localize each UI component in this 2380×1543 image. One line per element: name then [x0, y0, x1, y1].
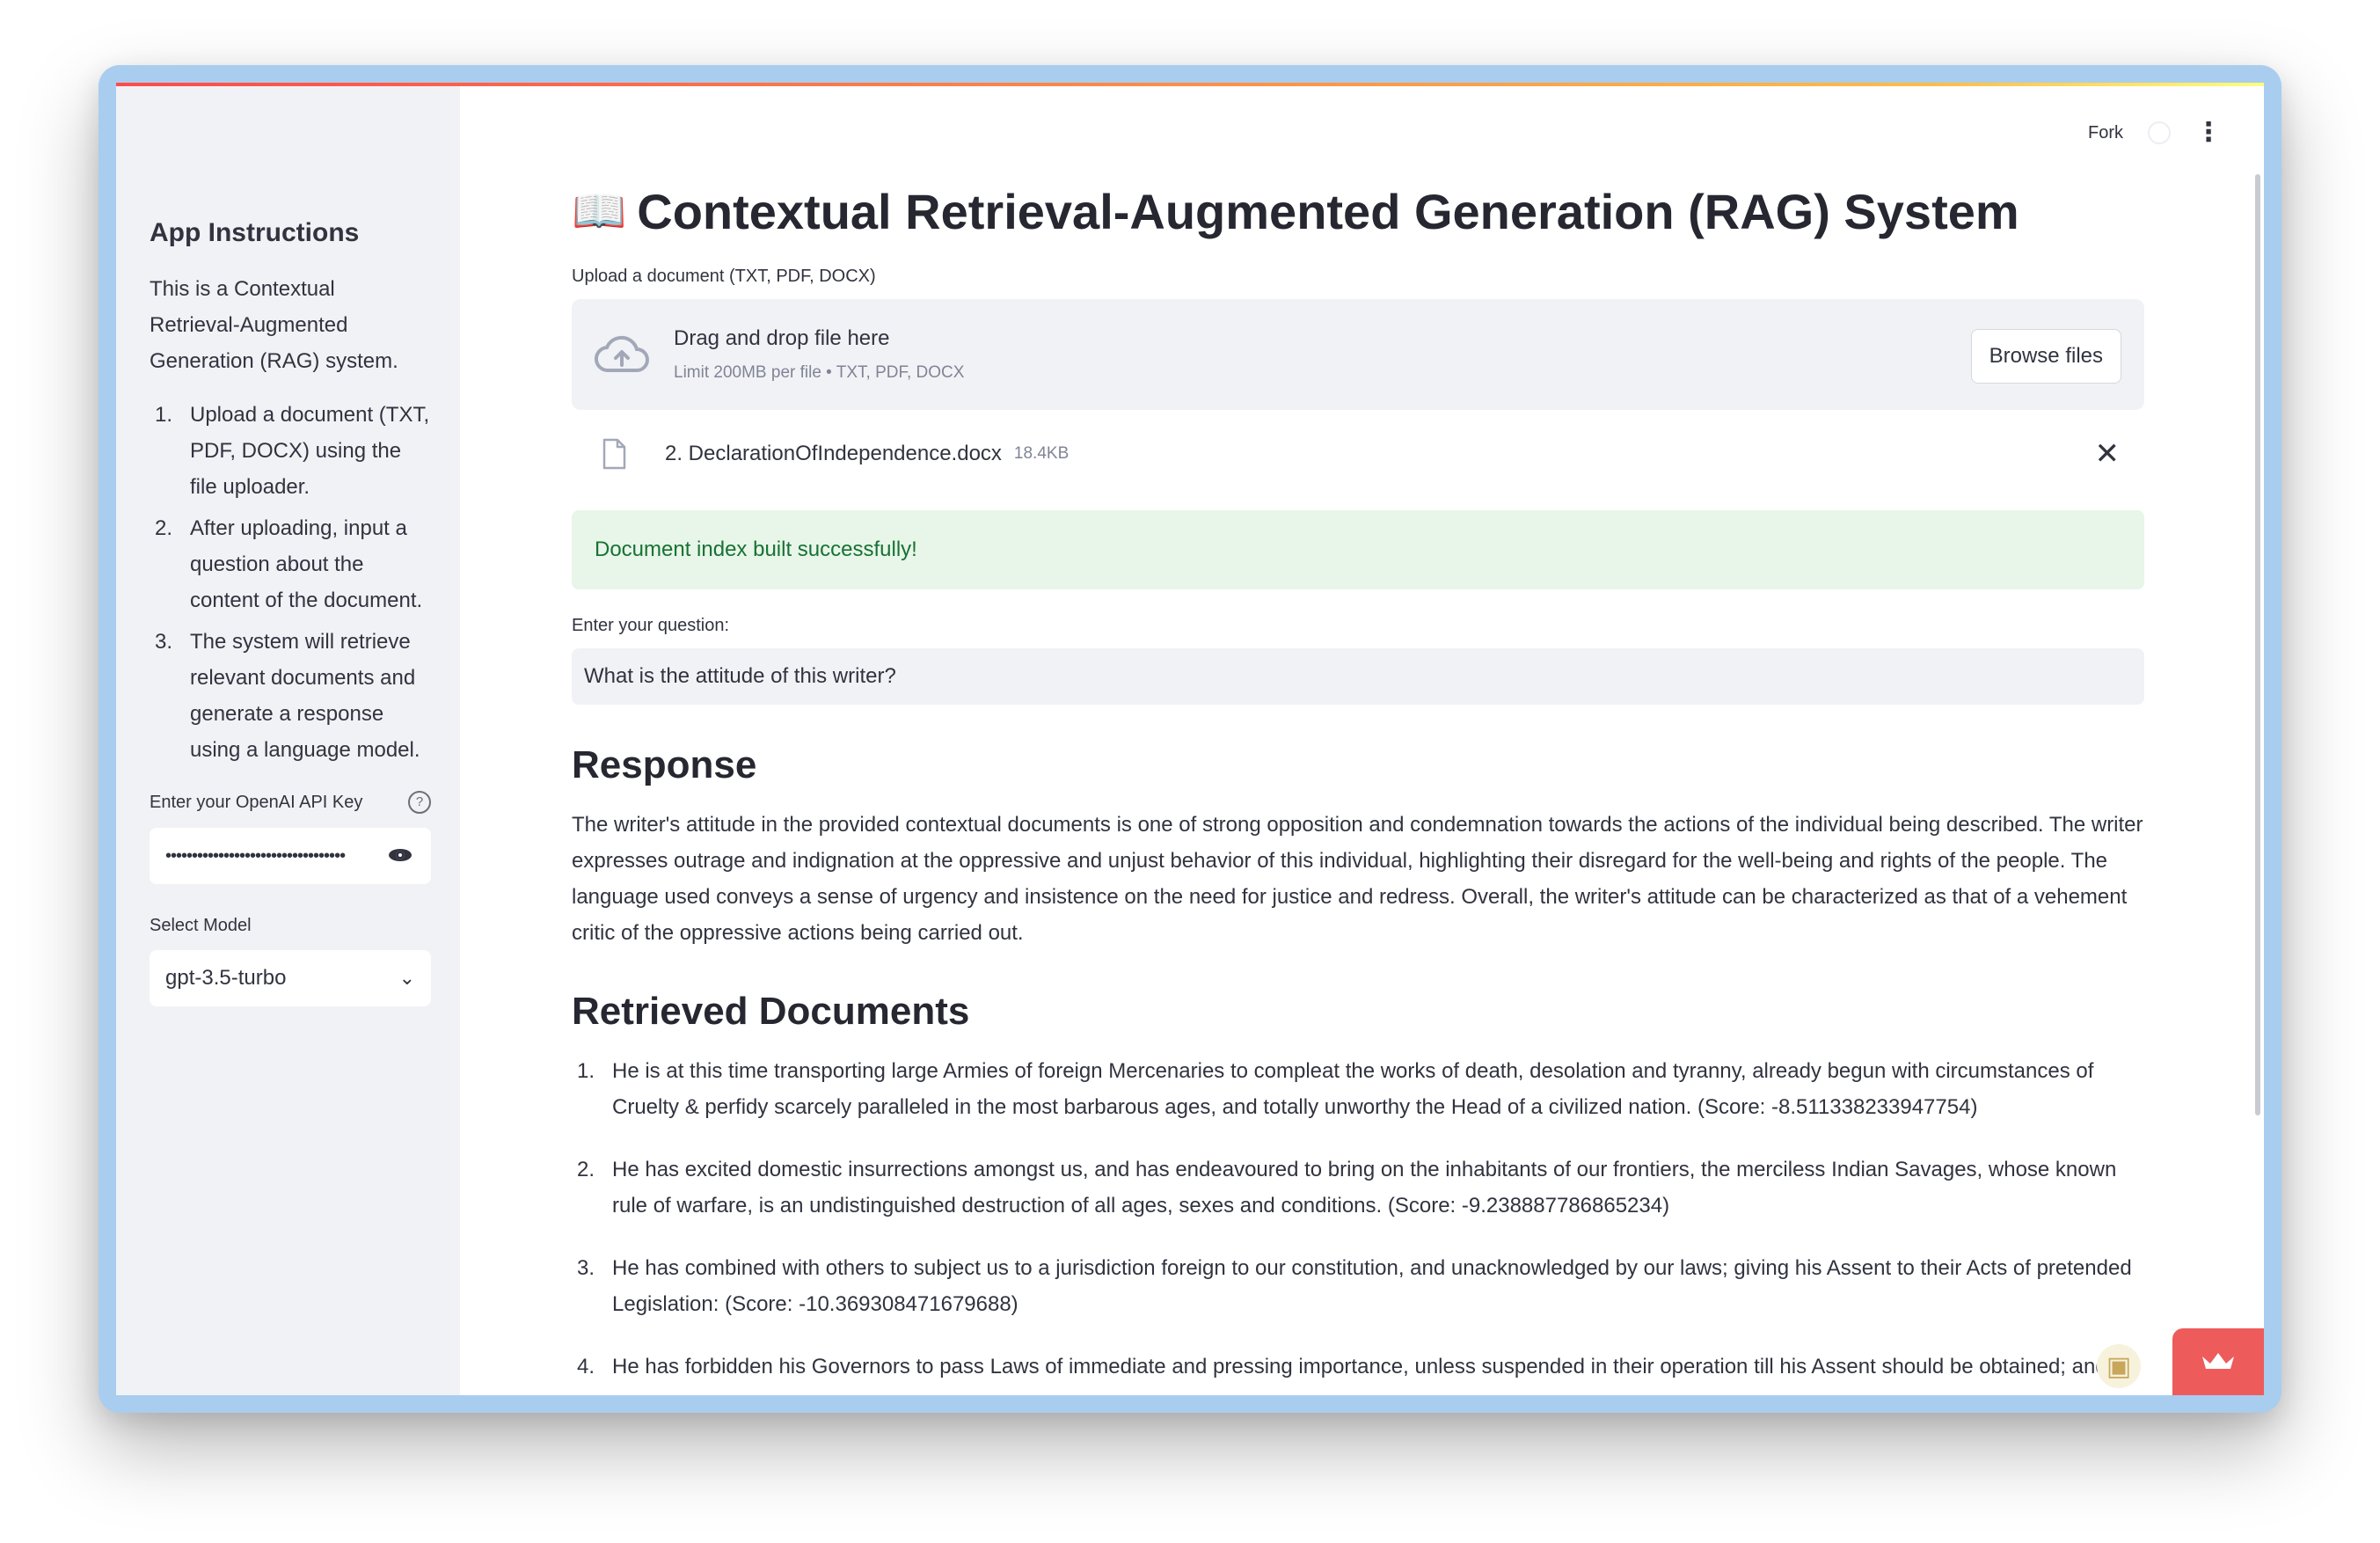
document-text: He has excited domestic insurrections am…	[612, 1158, 2117, 1218]
crown-icon	[2202, 1353, 2234, 1369]
instruction-text: The system will retrieve relevant docume…	[190, 630, 420, 762]
question-label: Enter your question:	[572, 616, 729, 635]
instruction-text: Upload a document (TXT, PDF, DOCX) using…	[190, 403, 430, 499]
retrieved-heading: Retrieved Documents	[572, 990, 970, 1033]
list-item: 1. He is at this time transporting large…	[572, 1053, 2144, 1125]
list-item: 4. He has forbidden his Governors to pas…	[572, 1349, 2144, 1385]
retrieved-documents-list: 1. He is at this time transporting large…	[572, 1053, 2144, 1385]
sidebar: App Instructions This is a Contextual Re…	[116, 86, 460, 1395]
question-input[interactable]: What is the attitude of this writer?	[572, 648, 2144, 705]
success-alert: Document index built successfully!	[572, 510, 2144, 589]
file-dropzone[interactable]: Drag and drop file here Limit 200MB per …	[572, 299, 2144, 410]
dropzone-title: Drag and drop file here	[674, 326, 890, 350]
dropzone-text: Drag and drop file here Limit 200MB per …	[674, 326, 964, 383]
toolbar: Fork ⋮	[2088, 120, 2222, 146]
file-icon	[602, 438, 626, 470]
open-book-icon: 📖	[572, 186, 627, 236]
page-title: 📖 Contextual Retrieval-Augmented Generat…	[572, 183, 2144, 240]
document-text: He has combined with others to subject u…	[612, 1256, 2132, 1316]
instruction-item: 1. Upload a document (TXT, PDF, DOCX) us…	[150, 397, 431, 505]
list-item: 2. He has excited domestic insurrections…	[572, 1152, 2144, 1224]
sidebar-title: App Instructions	[150, 218, 360, 247]
api-key-input[interactable]: ••••••••••••••••••••••••••••••••••	[150, 828, 431, 884]
instruction-list: 1. Upload a document (TXT, PDF, DOCX) us…	[150, 397, 431, 768]
upload-label: Upload a document (TXT, PDF, DOCX)	[572, 267, 876, 286]
model-label: Select Model	[150, 916, 252, 935]
model-select[interactable]: gpt-3.5-turbo ⌄	[150, 950, 431, 1006]
file-size: 18.4KB	[1013, 444, 1070, 463]
document-text: He is at this time transporting large Ar…	[612, 1059, 2094, 1119]
list-number: 4.	[577, 1355, 595, 1378]
fork-link[interactable]: Fork	[2088, 123, 2123, 143]
sidebar-intro: This is a Contextual Retrieval-Augmented…	[150, 277, 398, 373]
kebab-menu-icon[interactable]: ⋮	[2195, 120, 2222, 146]
list-number: 1.	[155, 403, 173, 427]
dropzone-limit: Limit 200MB per file • TXT, PDF, DOCX	[674, 363, 965, 382]
document-text: He has forbidden his Governors to pass L…	[612, 1355, 2107, 1378]
instruction-text: After uploading, input a question about …	[190, 516, 423, 612]
status-spinner-icon	[2148, 121, 2171, 144]
crown-badge[interactable]	[2172, 1328, 2264, 1395]
list-number: 2.	[155, 516, 173, 540]
model-select-value: gpt-3.5-turbo	[165, 966, 287, 990]
instruction-item: 2. After uploading, input a question abo…	[150, 510, 431, 618]
page-title-text: Contextual Retrieval-Augmented Generatio…	[637, 184, 2019, 239]
list-number: 3.	[577, 1256, 595, 1280]
browse-files-button[interactable]: Browse files	[1970, 329, 2121, 384]
api-key-label: Enter your OpenAI API Key	[150, 792, 363, 812]
help-icon[interactable]: ?	[408, 791, 431, 814]
cloud-upload-icon	[595, 335, 649, 373]
uploaded-file-row: 2. DeclarationOfIndependence.docx 18.4KB…	[572, 410, 2144, 498]
response-heading: Response	[572, 743, 757, 786]
list-number: 3.	[155, 630, 173, 654]
list-item: 3. He has combined with others to subjec…	[572, 1250, 2144, 1322]
file-name: 2. DeclarationOfIndependence.docx	[665, 442, 1002, 465]
list-number: 1.	[577, 1059, 595, 1083]
mascot-icon[interactable]: ▣	[2097, 1344, 2141, 1388]
api-key-value: ••••••••••••••••••••••••••••••••••	[165, 845, 346, 866]
main-content: 📖 Contextual Retrieval-Augmented Generat…	[572, 183, 2144, 1395]
eye-icon[interactable]	[387, 847, 415, 865]
api-key-label-row: Enter your OpenAI API Key ?	[150, 791, 431, 814]
close-icon[interactable]: ✕	[2095, 436, 2121, 472]
instruction-item: 3. The system will retrieve relevant doc…	[150, 624, 431, 768]
main-area: Fork ⋮ 📖 Contextual Retrieval-Augmented …	[460, 86, 2264, 1395]
chevron-down-icon: ⌄	[398, 967, 415, 989]
list-number: 2.	[577, 1158, 595, 1181]
response-text: The writer's attitude in the provided co…	[572, 813, 2143, 945]
scrollbar[interactable]	[2255, 174, 2260, 1115]
app-window: App Instructions This is a Contextual Re…	[116, 83, 2264, 1395]
